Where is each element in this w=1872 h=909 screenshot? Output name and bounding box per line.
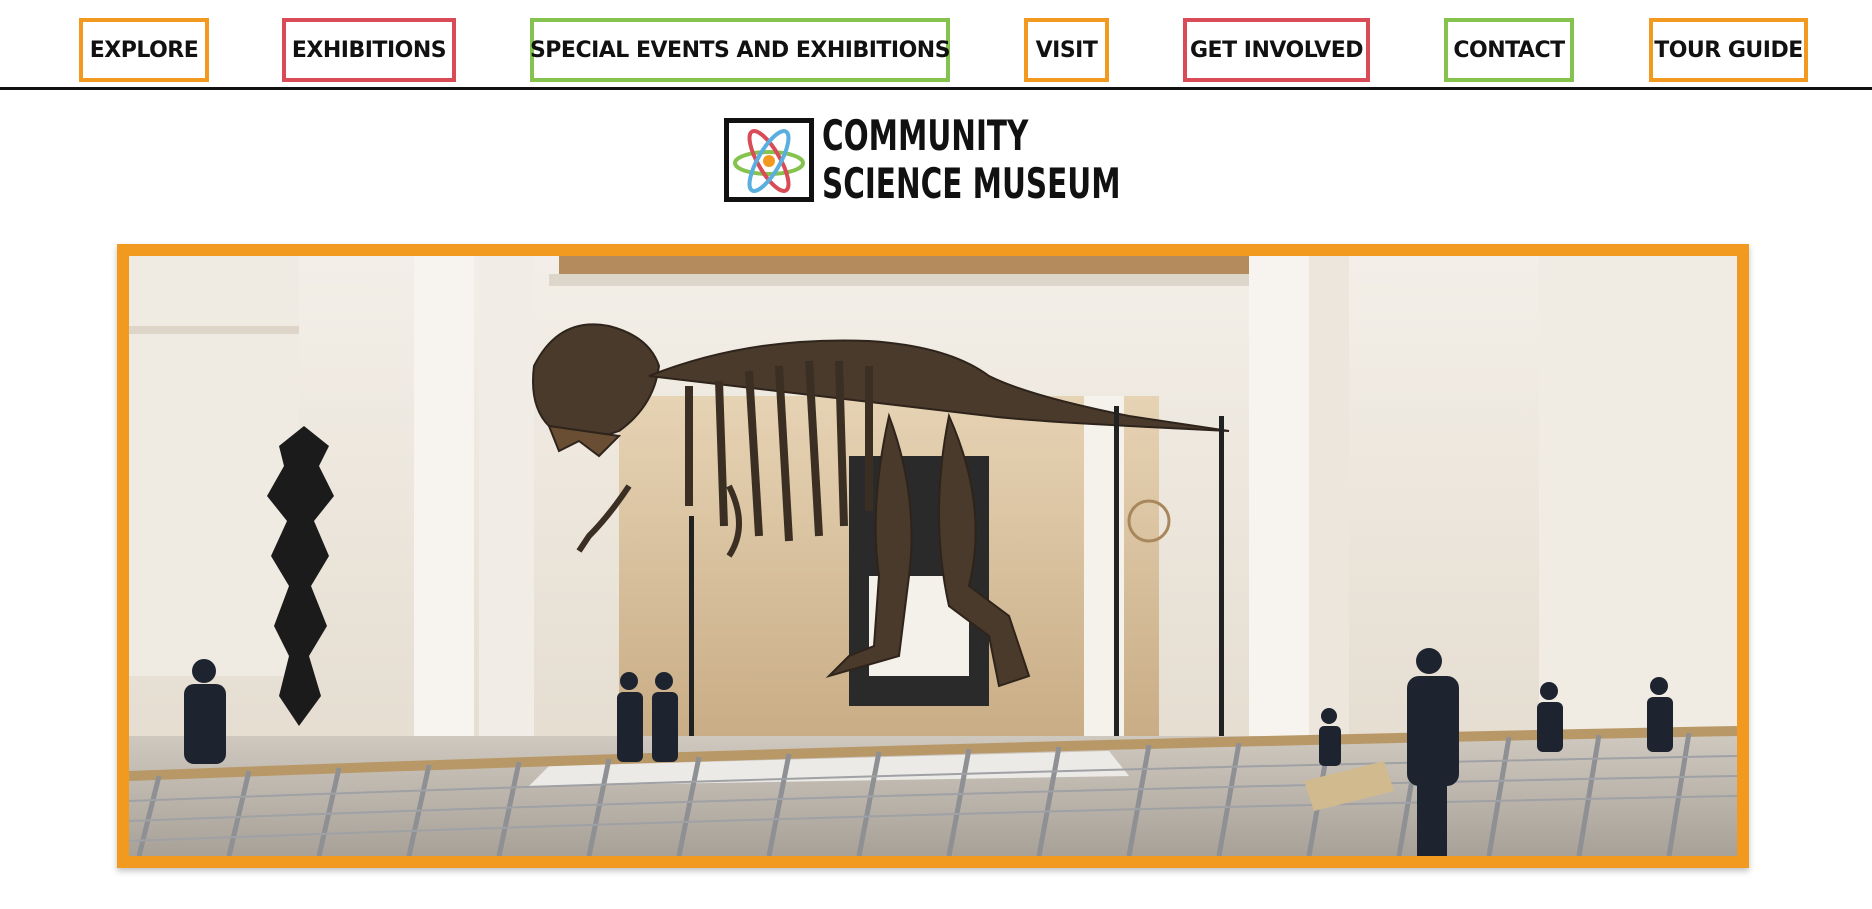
nav-get-involved[interactable]: GET INVOLVED	[1183, 18, 1370, 82]
nav-contact[interactable]: CONTACT	[1444, 18, 1574, 82]
nav-explore[interactable]: EXPLORE	[79, 18, 209, 82]
nav-special-events[interactable]: SPECIAL EVENTS AND EXHIBITIONS	[530, 18, 951, 82]
nav-visit[interactable]: VISIT	[1024, 18, 1109, 82]
top-navigation: EXPLORE EXHIBITIONS SPECIAL EVENTS AND E…	[0, 0, 1872, 90]
nav-exhibitions[interactable]: EXHIBITIONS	[282, 18, 456, 82]
atom-icon	[724, 118, 814, 202]
museum-hall-photo	[129, 256, 1737, 856]
museum-logo[interactable]: COMMUNITY SCIENCE MUSEUM	[724, 112, 1205, 208]
logo-line-1: COMMUNITY	[822, 111, 1029, 160]
hero-image	[117, 244, 1749, 868]
logo-wordmark: COMMUNITY SCIENCE MUSEUM	[822, 112, 1121, 208]
logo-line-2: SCIENCE MUSEUM	[822, 159, 1121, 208]
nav-tour-guide[interactable]: TOUR GUIDE	[1649, 18, 1808, 82]
